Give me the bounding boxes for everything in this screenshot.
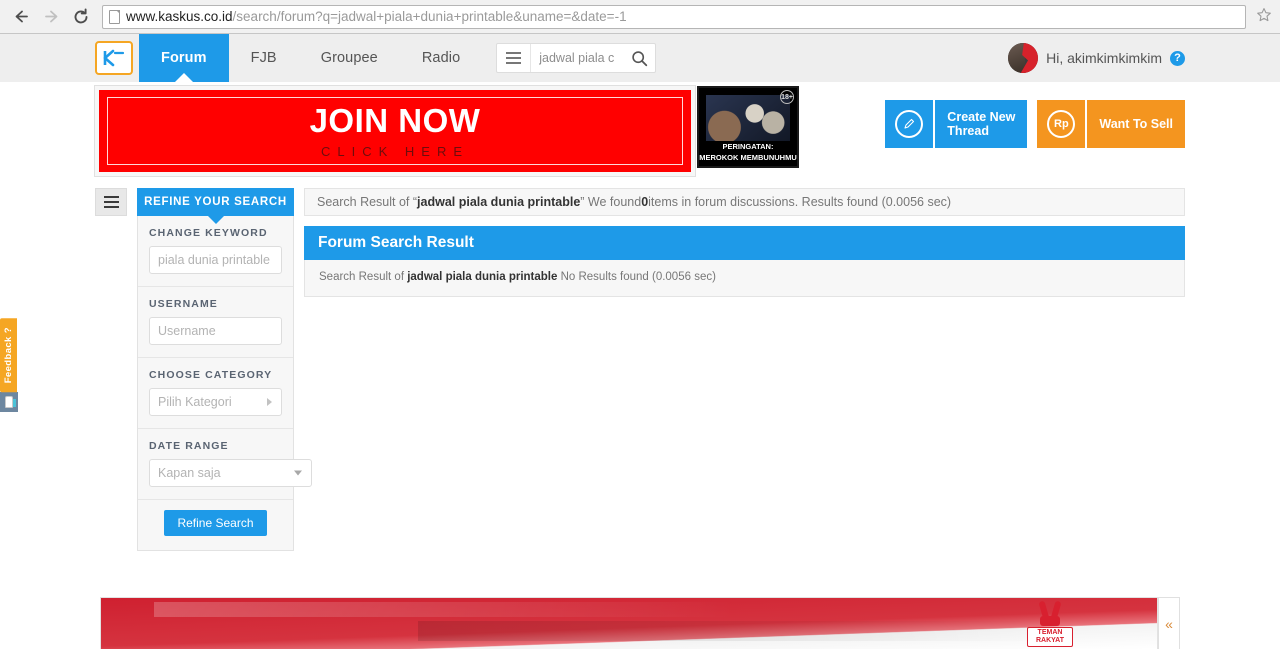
field-username: USERNAME Username bbox=[138, 287, 293, 358]
chevron-down-icon bbox=[294, 470, 302, 476]
search-icon[interactable] bbox=[623, 44, 655, 72]
user-menu[interactable]: Hi, akimkimkimkim ? bbox=[1008, 34, 1185, 82]
rupiah-icon: Rp bbox=[1037, 100, 1086, 148]
result-body-query: jadwal piala dunia printable bbox=[407, 271, 558, 283]
result-body-prefix: Search Result of bbox=[319, 271, 408, 283]
field-change-keyword-label: CHANGE KEYWORD bbox=[149, 227, 268, 239]
nav-tab-groupee[interactable]: Groupee bbox=[299, 34, 400, 82]
back-button[interactable] bbox=[8, 4, 34, 30]
ad-row: JOIN NOW CLICK HERE 18+ PERINGATAN: MERO… bbox=[95, 82, 1185, 176]
main-content: REFINE YOUR SEARCH CHANGE KEYWORD piala … bbox=[95, 188, 1185, 551]
join-now-banner-ad[interactable]: JOIN NOW CLICK HERE bbox=[95, 86, 695, 176]
kaskus-logo[interactable] bbox=[95, 41, 133, 75]
forward-button[interactable] bbox=[38, 4, 64, 30]
header-search bbox=[496, 43, 657, 73]
category-select-value: Pilih Kategori bbox=[158, 395, 232, 409]
results-summary-query: jadwal piala dunia printable bbox=[417, 195, 581, 209]
smoking-warning-ad[interactable]: 18+ PERINGATAN: MEROKOK MEMBUNUHMU bbox=[697, 86, 799, 168]
want-to-sell-button[interactable]: Rp Want To Sell bbox=[1037, 100, 1185, 148]
site-header: Forum FJB Groupee Radio Hi, akimkimkimki… bbox=[0, 34, 1280, 82]
search-input[interactable] bbox=[531, 44, 624, 72]
peace-hand-icon bbox=[1037, 600, 1063, 626]
results-summary-bar: Search Result of “jadwal piala dunia pri… bbox=[304, 188, 1185, 216]
url-path: /search/forum?q=jadwal+piala+dunia+print… bbox=[232, 9, 627, 24]
reload-button[interactable] bbox=[68, 4, 94, 30]
nav-tab-radio-label: Radio bbox=[421, 50, 461, 66]
teman-rakyat-logo: TEMAN RAKYAT bbox=[1027, 600, 1073, 648]
keyword-input[interactable]: piala dunia printable bbox=[149, 246, 282, 274]
kaskus-k-icon bbox=[103, 49, 125, 67]
banner-headline: JOIN NOW bbox=[309, 101, 481, 139]
chevron-right-icon bbox=[267, 398, 272, 406]
bottom-banner: TEMAN RAKYAT « bbox=[0, 597, 1280, 649]
cta-line-2: Thread bbox=[947, 124, 989, 138]
url-host: www.kaskus.co.id bbox=[126, 9, 233, 24]
banner-logo-line-2: RAKYAT bbox=[1035, 637, 1064, 644]
arrow-left-icon bbox=[15, 10, 28, 23]
forum-search-result-body: Search Result of jadwal piala dunia prin… bbox=[304, 260, 1185, 297]
nav-tab-fjb[interactable]: FJB bbox=[229, 34, 299, 82]
results-column: Search Result of “jadwal piala dunia pri… bbox=[304, 188, 1185, 297]
result-body-suffix: No Results found (0.0056 sec) bbox=[557, 271, 716, 283]
address-bar[interactable]: www.kaskus.co.id/search/forum?q=jadwal+p… bbox=[102, 4, 1246, 29]
banner-collapse-button[interactable]: « bbox=[1158, 597, 1180, 649]
refine-your-search-tab[interactable]: REFINE YOUR SEARCH bbox=[137, 188, 294, 216]
date-range-select[interactable]: Kapan saja bbox=[149, 459, 312, 487]
banner-logo-line-1: TEMAN bbox=[1037, 629, 1063, 636]
teman-rakyat-banner-ad[interactable]: TEMAN RAKYAT bbox=[100, 597, 1158, 649]
username-input[interactable]: Username bbox=[149, 317, 282, 345]
field-choose-category: CHOOSE CATEGORY Pilih Kategori bbox=[138, 358, 293, 429]
warn-line-2: MEROKOK MEMBUNUHMU bbox=[699, 153, 797, 162]
age-badge: 18+ bbox=[780, 90, 794, 104]
help-icon[interactable]: ? bbox=[1170, 50, 1185, 66]
search-category-menu-icon[interactable] bbox=[497, 44, 532, 72]
feedback-widget: Feedback ? bbox=[0, 318, 18, 413]
field-change-keyword: CHANGE KEYWORD piala dunia printable bbox=[138, 216, 293, 287]
date-range-select-value: Kapan saja bbox=[158, 466, 221, 480]
nav-tab-fjb-label: FJB bbox=[250, 50, 277, 66]
field-date-range: DATE RANGE Kapan saja bbox=[138, 429, 312, 500]
cta-line-1: Create New bbox=[947, 110, 1016, 124]
bottle-icon[interactable] bbox=[0, 392, 18, 413]
page-document-icon bbox=[109, 9, 120, 24]
nav-tab-forum[interactable]: Forum bbox=[139, 34, 229, 82]
feedback-tab[interactable]: Feedback ? bbox=[0, 318, 17, 393]
results-summary-suffix: items in forum discussions. Results foun… bbox=[648, 195, 952, 209]
nav-tab-forum-label: Forum bbox=[161, 50, 207, 66]
nav-tab-groupee-label: Groupee bbox=[320, 50, 378, 66]
reload-icon bbox=[74, 7, 88, 23]
browser-toolbar: www.kaskus.co.id/search/forum?q=jadwal+p… bbox=[0, 0, 1280, 34]
smoking-warning-text: PERINGATAN: MEROKOK MEMBUNUHMU bbox=[699, 141, 797, 163]
arrow-right-icon bbox=[44, 10, 57, 23]
nav-tab-radio[interactable]: Radio bbox=[400, 34, 482, 82]
banner-subline: CLICK HERE bbox=[320, 143, 470, 159]
create-new-thread-button[interactable]: Create New Thread bbox=[885, 100, 1028, 148]
field-date-range-label: DATE RANGE bbox=[149, 440, 229, 452]
want-to-sell-label: Want To Sell bbox=[1087, 100, 1185, 148]
results-summary-prefix: Search Result of “ bbox=[317, 195, 418, 209]
category-select[interactable]: Pilih Kategori bbox=[149, 388, 282, 416]
smoking-warning-image bbox=[706, 95, 790, 141]
avatar bbox=[1008, 43, 1039, 73]
forum-search-result-title: Forum Search Result bbox=[304, 226, 1185, 260]
refine-panel: CHANGE KEYWORD piala dunia printable USE… bbox=[137, 216, 312, 551]
pencil-icon bbox=[885, 100, 934, 148]
url-text: www.kaskus.co.id/search/forum?q=jadwal+p… bbox=[126, 9, 627, 24]
warn-line-1: PERINGATAN: bbox=[722, 142, 774, 151]
user-greeting: Hi, akimkimkimkim bbox=[1046, 50, 1162, 66]
refine-footer: Refine Search bbox=[138, 500, 293, 550]
results-summary-middle: ” We found bbox=[580, 195, 642, 209]
create-new-thread-label: Create New Thread bbox=[935, 100, 1028, 148]
sidebar-toggle-button[interactable] bbox=[95, 188, 127, 216]
refine-sidebar: REFINE YOUR SEARCH CHANGE KEYWORD piala … bbox=[137, 188, 312, 551]
field-username-label: USERNAME bbox=[149, 298, 218, 310]
star-icon[interactable] bbox=[1250, 7, 1272, 27]
results-summary-count: 0 bbox=[641, 195, 649, 209]
field-choose-category-label: CHOOSE CATEGORY bbox=[149, 369, 273, 381]
page-body: Feedback ? JOIN NOW CLICK HERE 18+ PERIN… bbox=[0, 82, 1280, 649]
cta-group: Create New Thread Rp Want To Sell bbox=[885, 86, 1185, 148]
refine-search-button[interactable]: Refine Search bbox=[164, 510, 267, 536]
